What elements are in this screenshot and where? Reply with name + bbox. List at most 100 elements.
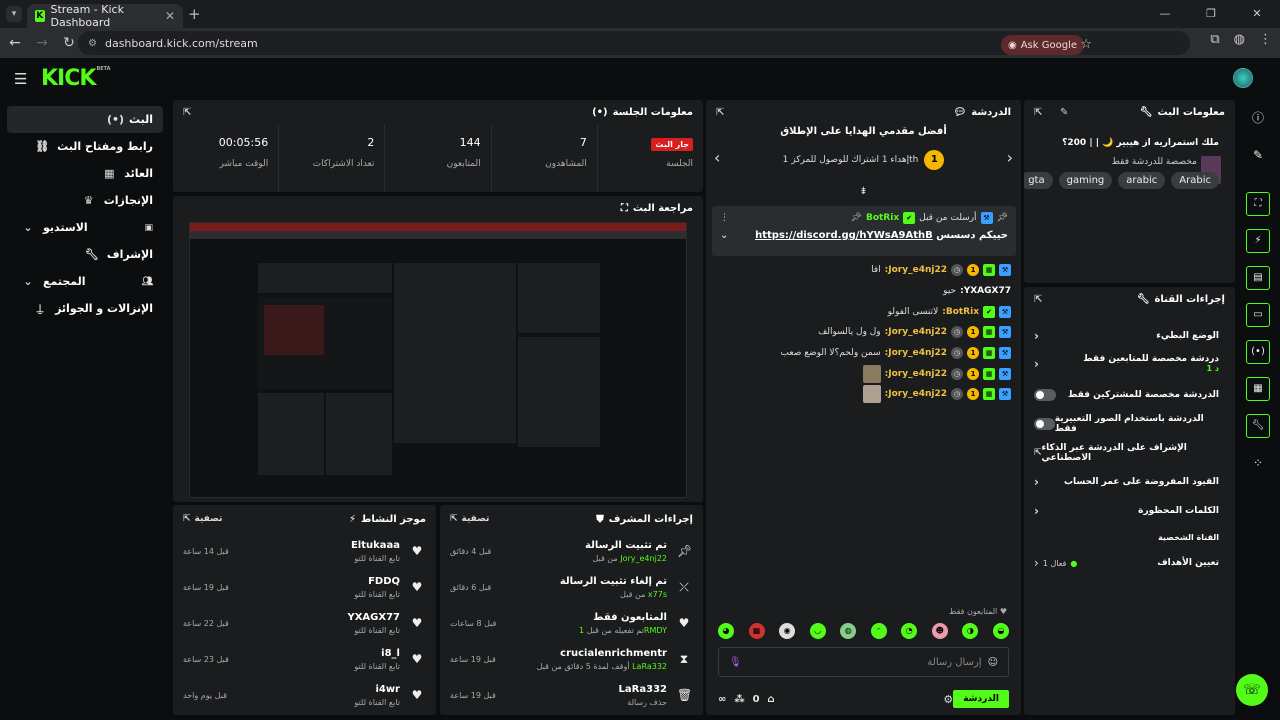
action-account-age[interactable]: القيود المفروضة على عمر الحساب › bbox=[1024, 472, 1235, 492]
browser-tab[interactable]: K Stream - Kick Dashboard ✕ bbox=[27, 3, 183, 29]
pin-icon[interactable]: 📌︎ bbox=[851, 213, 862, 223]
microphone-icon[interactable]: 🎙︎ bbox=[729, 657, 742, 668]
emote-icon[interactable]: ◒ bbox=[992, 623, 1009, 639]
filter-button[interactable]: تصفية bbox=[195, 514, 223, 524]
user-avatar[interactable] bbox=[1233, 68, 1253, 88]
google-lens-icon: ◉ bbox=[1007, 39, 1017, 51]
chat-username[interactable]: Jory_e4nj22: bbox=[885, 327, 947, 337]
mod-action-user[interactable]: x77s bbox=[648, 590, 667, 599]
restore-icon[interactable]: ❐ bbox=[1188, 0, 1234, 28]
emote-icon[interactable]: ᵔ bbox=[870, 623, 887, 639]
rail-chat-button[interactable]: ▭ bbox=[1246, 303, 1270, 327]
chat-username[interactable]: Jory_e4nj22: bbox=[885, 369, 947, 379]
send-chat-button[interactable]: الدردشة bbox=[953, 690, 1009, 708]
rail-preview-button[interactable]: ⛶ bbox=[1246, 192, 1270, 216]
chat-username[interactable]: Jory_e4nj22: bbox=[885, 389, 947, 399]
back-icon[interactable]: ← bbox=[3, 35, 27, 51]
filter-button[interactable]: تصفية bbox=[462, 514, 490, 524]
pinned-user[interactable]: BotRix bbox=[866, 213, 899, 223]
mod-action-user[interactable]: LaRa332 bbox=[632, 662, 667, 671]
tag[interactable]: arabic bbox=[1118, 172, 1166, 189]
emote-icon[interactable]: ◡ bbox=[809, 623, 826, 639]
mod-action-user[interactable]: Jory_e4nj22 bbox=[620, 554, 667, 563]
rail-layout-button[interactable]: ▦ bbox=[1246, 377, 1270, 401]
tag[interactable]: gaming bbox=[1058, 172, 1113, 189]
action-banned-words[interactable]: الكلمات المحظورة › bbox=[1024, 501, 1235, 521]
expand-icon[interactable]: ⇱ bbox=[183, 107, 191, 118]
sidebar-item-moderation[interactable]: الإشراف 🔧︎ bbox=[7, 241, 163, 268]
info-icon[interactable]: ⓘ bbox=[1246, 106, 1270, 130]
toggle-switch[interactable] bbox=[1034, 418, 1055, 430]
chevron-down-icon[interactable]: ⌄ bbox=[720, 230, 728, 241]
sidebar-item-drops[interactable]: الإنزالات و الجوائز ⍊ bbox=[7, 295, 163, 322]
hamburger-menu-icon[interactable]: ☰ bbox=[14, 70, 27, 88]
address-bar[interactable]: ⚙ dashboard.kick.com/stream ◉ Ask Google … bbox=[78, 31, 1190, 55]
chat-username[interactable]: Jory_e4nj22: bbox=[885, 348, 947, 358]
toggle-switch[interactable] bbox=[1034, 389, 1056, 401]
site-info-icon[interactable]: ⚙ bbox=[88, 38, 97, 49]
help-chat-button[interactable]: ☏ bbox=[1236, 674, 1268, 706]
action-set-goals[interactable]: تعيين الأهداف › فعال 1 ● bbox=[1024, 553, 1235, 573]
chat-username[interactable]: Jory_e4nj22: bbox=[885, 265, 947, 275]
emote-icon[interactable]: ▦ bbox=[748, 623, 765, 639]
new-tab-icon[interactable]: + bbox=[188, 5, 201, 23]
emoji-picker-icon[interactable]: ☺ bbox=[988, 657, 998, 668]
expand-icon[interactable]: ⇱ bbox=[450, 514, 458, 524]
chevron-left-icon[interactable]: ‹ bbox=[714, 148, 720, 167]
expand-icon[interactable]: ⇱ bbox=[1034, 107, 1042, 118]
stream-preview-video[interactable] bbox=[189, 222, 687, 498]
kick-favicon-icon: K bbox=[35, 10, 45, 22]
profile-icon[interactable]: ◍ bbox=[1234, 32, 1245, 47]
sidebar-item-stream[interactable]: البث (•) bbox=[7, 106, 163, 133]
rail-bolt-button[interactable]: ⚡︎ bbox=[1246, 229, 1270, 253]
chat-settings-icon[interactable]: ⚙ bbox=[943, 693, 953, 706]
collapse-arrow-icon[interactable]: ⇟ bbox=[706, 186, 1021, 197]
sidebar-item-community[interactable]: 👥︎ المجتمع ⌄ bbox=[7, 268, 163, 295]
expand-icon[interactable]: ⇱ bbox=[1034, 294, 1042, 305]
emote-icon[interactable]: ◑ bbox=[962, 623, 979, 639]
pinned-link[interactable]: https://discord.gg/hYWsA9AthB bbox=[755, 230, 933, 241]
edit-pencil-icon[interactable]: ✎ bbox=[1246, 143, 1270, 167]
ask-google-button[interactable]: ◉ Ask Google bbox=[1000, 35, 1084, 55]
emote-icon[interactable]: ◉ bbox=[779, 623, 796, 639]
edit-pencil-icon[interactable]: ✎ bbox=[1060, 107, 1068, 118]
tab-close-icon[interactable]: ✕ bbox=[165, 9, 175, 23]
emote-icon[interactable]: ☻ bbox=[931, 623, 948, 639]
action-slow-mode[interactable]: الوضع البطيء › bbox=[1024, 326, 1235, 346]
expand-icon[interactable]: ⇱ bbox=[716, 107, 724, 118]
emote-icon[interactable]: ◍ bbox=[840, 623, 857, 639]
sidebar-item-studio[interactable]: ▣ الاستديو ⌄ bbox=[7, 214, 163, 241]
extensions-icon[interactable]: ⧉ bbox=[1210, 32, 1219, 47]
chat-input[interactable]: ☺ إرسال رسالة 🎙︎ bbox=[718, 647, 1009, 677]
action-subscribers-only[interactable]: الدردشة مخصصة للمشتركين فقط bbox=[1024, 385, 1235, 405]
minimize-icon[interactable]: — bbox=[1142, 0, 1188, 28]
action-emote-only[interactable]: الدردشة باستخدام الصور التعبيرية فقط bbox=[1024, 414, 1235, 434]
tab-search-icon[interactable]: ▾ bbox=[6, 6, 22, 22]
sidebar-item-revenue[interactable]: العائد ▦ bbox=[7, 160, 163, 187]
emote-icon[interactable]: ◕ bbox=[718, 623, 734, 639]
chat-username[interactable]: BotRix: bbox=[942, 307, 979, 317]
expand-icon[interactable]: ⇱ bbox=[183, 514, 191, 524]
forward-icon[interactable]: → bbox=[30, 35, 54, 51]
tag[interactable]: Arabic bbox=[1171, 172, 1219, 189]
emote-icon[interactable]: ◔ bbox=[901, 623, 918, 639]
stream-category[interactable]: مخصصة للدردشة فقط bbox=[1112, 157, 1197, 167]
action-ai-moderation[interactable]: الإشراف على الدردشة عبر الذكاء الاصطناعي… bbox=[1024, 443, 1235, 463]
close-window-icon[interactable]: ✕ bbox=[1234, 0, 1280, 28]
kick-logo[interactable]: KICKBETA bbox=[41, 66, 111, 91]
rail-broadcast-button[interactable]: (•) bbox=[1246, 340, 1270, 364]
tag[interactable]: gta bbox=[1024, 172, 1053, 189]
chat-username[interactable]: YXAGX77: bbox=[960, 286, 1011, 296]
rail-notes-button[interactable]: ▤ bbox=[1246, 266, 1270, 290]
rail-wrench-button[interactable]: 🔧︎ bbox=[1246, 414, 1270, 438]
bookmark-star-icon[interactable]: ☆ bbox=[1080, 37, 1092, 52]
gifter-badge-icon: 1 bbox=[967, 264, 979, 277]
sidebar-item-achievements[interactable]: الإنجازات ♛ bbox=[7, 187, 163, 214]
action-followers-only[interactable]: دردشة مخصصة للمتابعين فقط 1 د › bbox=[1024, 350, 1235, 378]
store-icon[interactable]: ⌂ bbox=[768, 694, 775, 705]
browser-menu-icon[interactable]: ⋮ bbox=[1259, 32, 1272, 47]
more-icon[interactable]: ⋮ bbox=[720, 213, 729, 223]
sidebar-item-stream-key[interactable]: رابط ومفتاح البث ⛓ bbox=[7, 133, 163, 160]
rail-more-icon[interactable]: ⁘ bbox=[1246, 451, 1270, 475]
chevron-right-icon[interactable]: › bbox=[1007, 148, 1013, 167]
